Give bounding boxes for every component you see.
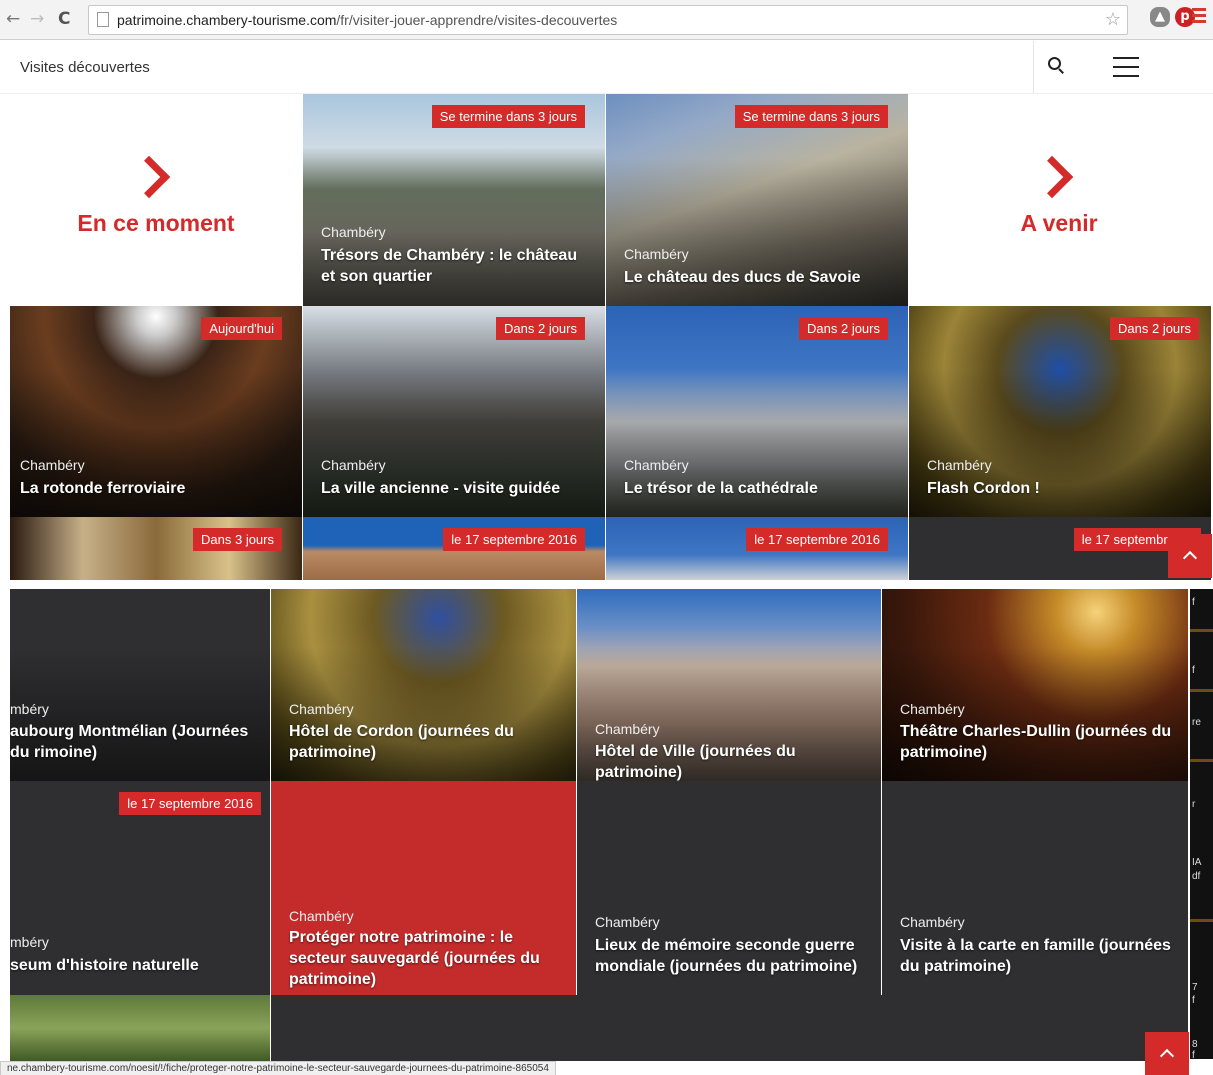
tile-title: Visite à la carte en famille (journées d… bbox=[900, 937, 1171, 975]
event-tile[interactable]: le 17 septembre 2016 bbox=[303, 517, 605, 580]
event-tile[interactable]: Se termine dans 3 jours Chambéry Le chât… bbox=[606, 94, 908, 306]
now-label: En ce moment bbox=[77, 210, 235, 236]
panel-fragment: r bbox=[1192, 799, 1196, 810]
scroll-to-top-button[interactable] bbox=[1168, 534, 1212, 578]
reload-icon[interactable]: C bbox=[58, 9, 70, 29]
panel-fragment: f bbox=[1192, 665, 1195, 676]
screenshot-divider bbox=[0, 580, 1213, 589]
tile-city: Chambéry bbox=[900, 701, 965, 717]
empty-tile bbox=[271, 995, 1188, 1061]
tile-city: Chambéry bbox=[321, 457, 386, 473]
hamburger-icon[interactable] bbox=[1113, 57, 1139, 84]
event-tile[interactable]: Chambéry Hôtel de Cordon (journées du pa… bbox=[271, 589, 576, 781]
panel-fragment: 8 bbox=[1192, 1039, 1198, 1050]
upcoming-label: A venir bbox=[1020, 210, 1098, 236]
date-badge: Dans 2 jours bbox=[1110, 317, 1199, 340]
event-tile[interactable]: mbéry aubourg Montmélian (Journées du ri… bbox=[10, 589, 270, 781]
tile-title: Lieux de mémoire seconde guerre mondiale… bbox=[595, 937, 858, 975]
tile-title: aubourg Montmélian (Journées du rimoine) bbox=[10, 723, 249, 761]
tile-city: Chambéry bbox=[624, 246, 689, 262]
tile-city: Chambéry bbox=[289, 701, 354, 717]
panel-fragment: 7 bbox=[1192, 982, 1198, 993]
forward-arrow-icon[interactable]: → bbox=[30, 9, 44, 29]
tile-title: Trésors de Chambéry : le château et son … bbox=[321, 247, 578, 285]
panel-fragment: re bbox=[1192, 717, 1201, 728]
url-host: patrimoine.chambery-tourisme.com bbox=[117, 12, 337, 28]
tile-title: Hôtel de Cordon (journées du patrimoine) bbox=[289, 723, 514, 761]
url-path: /fr/visiter-jouer-apprendre/visites-deco… bbox=[336, 12, 618, 28]
panel-fragment: IA bbox=[1192, 857, 1202, 868]
date-badge: Dans 2 jours bbox=[799, 317, 888, 340]
tile-title: Le trésor de la cathédrale bbox=[624, 480, 818, 497]
tile-city: Chambéry bbox=[927, 457, 992, 473]
event-tile[interactable]: Dans 2 jours Chambéry La ville ancienne … bbox=[303, 306, 605, 517]
event-tile[interactable]: Chambéry Protéger notre patrimoine : le … bbox=[271, 781, 576, 995]
header-divider bbox=[1033, 41, 1034, 93]
event-tile[interactable]: Dans 2 jours Chambéry Le trésor de la ca… bbox=[606, 306, 908, 517]
cloud-extension-icon[interactable]: ▲ bbox=[1150, 7, 1170, 27]
event-tile[interactable]: le 17 septembre 2016 mbéry seum d'histoi… bbox=[10, 781, 270, 995]
date-badge: Se termine dans 3 jours bbox=[431, 105, 585, 128]
chevron-right-icon bbox=[1030, 155, 1074, 199]
browser-toolbar: ← → C patrimoine.chambery-tourisme.com/f… bbox=[0, 0, 1213, 40]
chevron-up-icon bbox=[1159, 1048, 1175, 1064]
status-bar-url: ne.chambery-tourisme.com/noesit/!/fiche/… bbox=[0, 1061, 556, 1075]
event-tile[interactable]: Dans 2 jours Chambéry Flash Cordon ! bbox=[909, 306, 1211, 517]
event-tile[interactable]: le 17 septembre 2016 bbox=[606, 517, 908, 580]
tile-city: Chambéry bbox=[595, 721, 660, 737]
tile-city: Chambéry bbox=[20, 457, 85, 473]
tile-title: Le château des ducs de Savoie bbox=[624, 269, 861, 286]
panel-fragment: df bbox=[1192, 871, 1201, 882]
event-tile[interactable]: Chambéry Hôtel de Ville (journées du pat… bbox=[577, 589, 881, 781]
date-badge: le 17 septembre 2016 bbox=[746, 528, 888, 551]
page-icon bbox=[97, 12, 109, 27]
tile-city: Chambéry bbox=[289, 908, 354, 924]
event-tile[interactable]: Chambéry Lieux de mémoire seconde guerre… bbox=[577, 781, 881, 995]
event-tile[interactable]: Dans 3 jours bbox=[10, 517, 302, 580]
tile-city: Chambéry bbox=[900, 914, 965, 930]
date-badge: Se termine dans 3 jours bbox=[734, 105, 888, 128]
tile-title: La ville ancienne - visite guidée bbox=[321, 480, 561, 497]
tile-title: seum d'histoire naturelle bbox=[10, 957, 199, 974]
chrome-menu-icon[interactable] bbox=[1192, 8, 1206, 26]
tile-city: mbéry bbox=[10, 701, 49, 717]
event-tile[interactable]: le 17 septembre 20 bbox=[909, 517, 1211, 580]
tile-city: mbéry bbox=[10, 934, 49, 950]
panel-fragment: f bbox=[1192, 995, 1195, 1006]
upcoming-filter-link[interactable]: A venir bbox=[909, 94, 1209, 306]
search-icon[interactable] bbox=[1048, 57, 1066, 75]
event-tile[interactable]: Se termine dans 3 jours Chambéry Trésors… bbox=[303, 94, 605, 306]
url-text[interactable]: patrimoine.chambery-tourisme.com/fr/visi… bbox=[117, 12, 617, 28]
date-badge: Aujourd'hui bbox=[201, 317, 282, 340]
adjacent-panel: f f re r IA df 7 f 8 f bbox=[1190, 589, 1213, 1061]
tile-title: Théâtre Charles-Dullin (journées du patr… bbox=[900, 723, 1172, 761]
date-badge: le 17 septembre 2016 bbox=[443, 528, 585, 551]
tile-title: Flash Cordon ! bbox=[927, 480, 1040, 497]
tile-title: Protéger notre patrimoine : le secteur s… bbox=[289, 929, 540, 988]
chevron-right-icon bbox=[127, 155, 171, 199]
date-badge: Dans 3 jours bbox=[193, 528, 282, 551]
panel-fragment: f bbox=[1192, 597, 1195, 608]
chevron-up-icon bbox=[1182, 550, 1198, 566]
tile-city: Chambéry bbox=[624, 457, 689, 473]
address-bar[interactable]: patrimoine.chambery-tourisme.com/fr/visi… bbox=[88, 5, 1128, 35]
site-header: Visites découvertes bbox=[0, 41, 1213, 94]
date-badge: le 17 septembre 2016 bbox=[119, 792, 261, 815]
bookmark-star-icon[interactable]: ☆ bbox=[1105, 9, 1121, 30]
scroll-to-top-button[interactable] bbox=[1145, 1032, 1189, 1075]
tile-title: La rotonde ferroviaire bbox=[20, 480, 186, 497]
tile-title: Hôtel de Ville (journées du patrimoine) bbox=[595, 743, 796, 781]
now-filter-link[interactable]: En ce moment bbox=[10, 94, 302, 306]
date-badge: Dans 2 jours bbox=[496, 317, 585, 340]
event-tile[interactable]: Chambéry Visite à la carte en famille (j… bbox=[882, 781, 1188, 995]
tile-city: Chambéry bbox=[321, 224, 386, 240]
event-tile[interactable] bbox=[10, 995, 270, 1061]
page-title: Visites découvertes bbox=[20, 59, 150, 76]
tile-city: Chambéry bbox=[595, 914, 660, 930]
back-arrow-icon[interactable]: ← bbox=[6, 9, 20, 29]
panel-fragment: f bbox=[1192, 1050, 1195, 1061]
event-tile[interactable]: Chambéry Théâtre Charles-Dullin (journée… bbox=[882, 589, 1188, 781]
event-tile[interactable]: Aujourd'hui Chambéry La rotonde ferrovia… bbox=[10, 306, 302, 517]
